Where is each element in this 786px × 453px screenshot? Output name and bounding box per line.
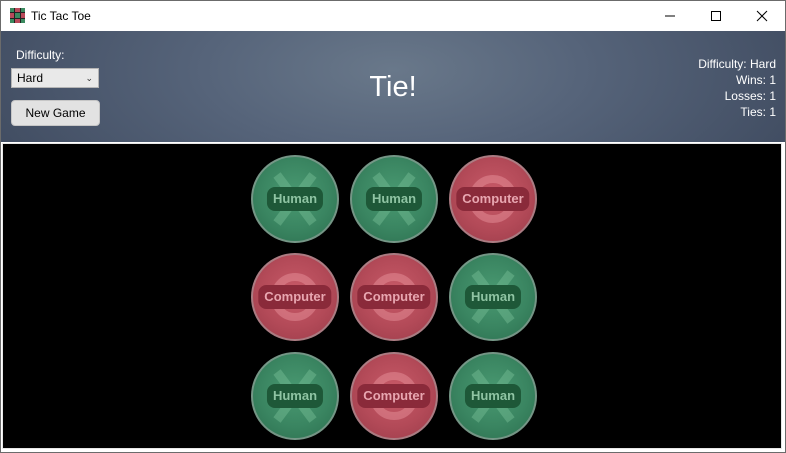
minimize-button[interactable] bbox=[647, 1, 693, 31]
board-cell-computer[interactable]: Computer bbox=[350, 253, 438, 341]
board-cell-computer[interactable]: Computer bbox=[251, 253, 339, 341]
game-header: Difficulty: Hard ⌄ New Game Tie! Difficu… bbox=[1, 31, 785, 142]
stats-ties: Ties: 1 bbox=[740, 105, 776, 119]
app-grid-icon bbox=[10, 8, 25, 23]
close-button[interactable] bbox=[739, 1, 785, 31]
stats-losses: Losses: 1 bbox=[724, 89, 776, 103]
cell-owner-label: Human bbox=[266, 187, 324, 211]
difficulty-label: Difficulty: bbox=[16, 48, 65, 62]
board-cell-human[interactable]: Human bbox=[449, 253, 537, 341]
maximize-icon bbox=[711, 11, 721, 21]
title-bar: Tic Tac Toe bbox=[1, 1, 785, 31]
maximize-button[interactable] bbox=[693, 1, 739, 31]
minimize-icon bbox=[665, 15, 675, 17]
cell-owner-label: Computer bbox=[258, 285, 332, 309]
board-cell-computer[interactable]: Computer bbox=[449, 155, 537, 243]
board-cell-human[interactable]: Human bbox=[350, 155, 438, 243]
cell-owner-label: Human bbox=[464, 285, 522, 309]
cell-owner-label: Computer bbox=[456, 187, 530, 211]
app-window: Tic Tac Toe Difficulty: Hard ⌄ New Game … bbox=[0, 0, 786, 453]
board-cell-human[interactable]: Human bbox=[449, 352, 537, 440]
stats-panel: Difficulty: Hard Wins: 1 Losses: 1 Ties:… bbox=[698, 56, 776, 120]
cell-owner-label: Human bbox=[365, 187, 423, 211]
cell-owner-label: Human bbox=[266, 384, 324, 408]
window-title: Tic Tac Toe bbox=[31, 9, 91, 23]
stats-wins: Wins: 1 bbox=[735, 73, 776, 87]
board-cell-computer[interactable]: Computer bbox=[350, 352, 438, 440]
board-cell-human[interactable]: Human bbox=[251, 155, 339, 243]
board-cell-human[interactable]: Human bbox=[251, 352, 339, 440]
stats-difficulty: Difficulty: Hard bbox=[698, 57, 776, 71]
game-status: Tie! bbox=[369, 71, 417, 103]
game-board: Human Human Computer Computer Computer H… bbox=[2, 143, 782, 449]
close-icon bbox=[756, 10, 768, 22]
cell-owner-label: Computer bbox=[357, 285, 431, 309]
cell-owner-label: Computer bbox=[357, 384, 431, 408]
cell-owner-label: Human bbox=[464, 384, 522, 408]
